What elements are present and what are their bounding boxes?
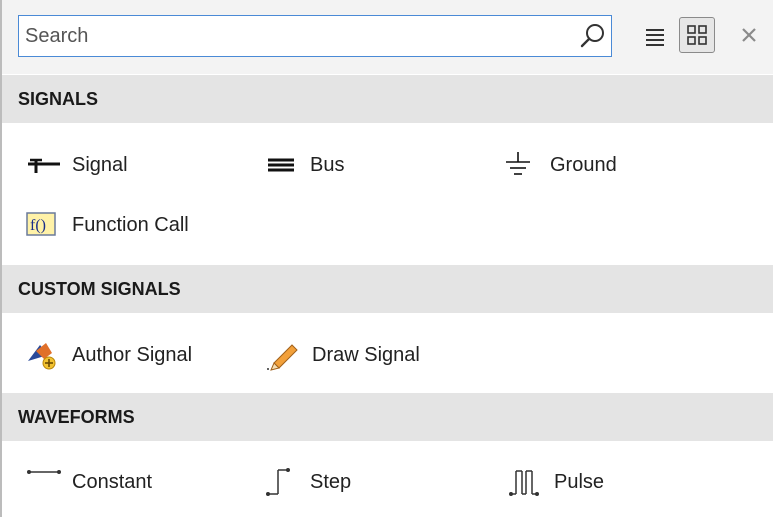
grid-view-icon — [687, 25, 707, 45]
library-toolbar — [2, 0, 773, 74]
search-box[interactable] — [18, 15, 612, 57]
ground-label: Ground — [550, 153, 617, 176]
search-input[interactable] — [25, 22, 565, 50]
author-signal-block[interactable]: Author Signal — [26, 335, 192, 375]
step-icon — [264, 466, 304, 498]
constant-icon — [26, 466, 66, 498]
close-icon[interactable] — [736, 22, 762, 48]
step-block[interactable]: Step — [264, 462, 351, 502]
draw-signal-label: Draw Signal — [312, 343, 420, 366]
signal-icon — [26, 149, 66, 181]
grid-view-button[interactable] — [679, 17, 715, 53]
pulse-label: Pulse — [554, 470, 605, 493]
pulse-block[interactable]: Pulse — [508, 462, 604, 502]
section-header-signals: SIGNALS — [2, 75, 773, 123]
signal-label: Signal — [72, 153, 128, 176]
svg-text:f(): f() — [30, 217, 46, 234]
draw-signal-block[interactable]: Draw Signal — [266, 335, 420, 375]
constant-label: Constant — [72, 470, 153, 493]
author-signal-label: Author Signal — [72, 343, 193, 366]
signal-block[interactable]: Signal — [26, 145, 128, 185]
bus-icon — [264, 149, 304, 181]
pencil-icon — [266, 339, 306, 371]
bus-label: Bus — [310, 153, 345, 176]
search-icon[interactable] — [579, 22, 607, 50]
function-call-block[interactable]: f() Function Call — [26, 205, 189, 245]
author-signal-icon — [26, 339, 66, 371]
section-header-waveforms: WAVEFORMS — [2, 393, 773, 441]
bus-block[interactable]: Bus — [264, 145, 344, 185]
pulse-icon — [508, 466, 548, 498]
ground-icon — [504, 149, 544, 181]
ground-block[interactable]: Ground — [504, 145, 617, 185]
list-view-icon[interactable] — [640, 20, 672, 52]
function-call-icon: f() — [26, 209, 66, 241]
constant-block[interactable]: Constant — [26, 462, 152, 502]
function-call-label: Function Call — [72, 213, 189, 236]
section-header-custom-signals: CUSTOM SIGNALS — [2, 265, 773, 313]
step-label: Step — [310, 470, 352, 493]
